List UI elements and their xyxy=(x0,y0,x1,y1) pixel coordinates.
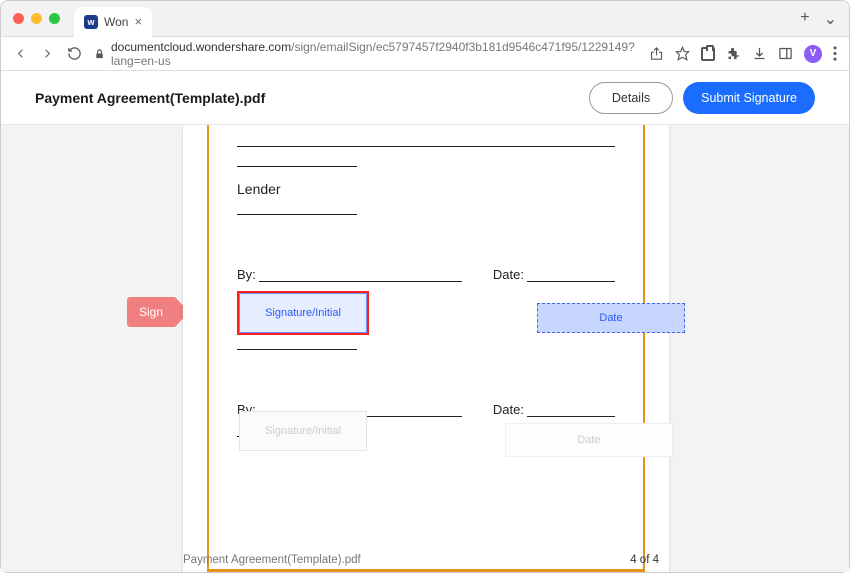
submit-signature-button[interactable]: Submit Signature xyxy=(683,82,815,114)
date-line xyxy=(527,403,615,417)
footer-filename: Payment Agreement(Template).pdf xyxy=(183,554,361,566)
signature-field-disabled: Signature/Initial xyxy=(239,411,367,451)
signature-field-active[interactable]: Signature/Initial xyxy=(239,293,367,333)
document-canvas[interactable]: Sign Lender By: Date: Witness xyxy=(1,125,849,572)
profile-avatar[interactable]: V xyxy=(804,45,822,63)
url-host: documentcloud.wondershare.com xyxy=(111,40,291,54)
sign-here-indicator: Sign xyxy=(127,297,189,327)
blank-line xyxy=(237,334,357,350)
share-icon[interactable] xyxy=(649,46,664,61)
tab-close-button[interactable]: × xyxy=(134,14,142,29)
date-label: Date: xyxy=(493,267,524,282)
new-tab-button[interactable]: + xyxy=(800,9,809,29)
tab-favicon: w xyxy=(84,15,98,29)
kebab-menu-icon[interactable] xyxy=(833,46,837,61)
lender-label: Lender xyxy=(237,181,615,197)
bookmark-icon[interactable] xyxy=(675,46,690,61)
extensions-icon[interactable] xyxy=(701,47,715,61)
tab-title: Won xyxy=(104,15,128,29)
download-icon[interactable] xyxy=(752,46,767,61)
panel-icon[interactable] xyxy=(778,46,793,61)
browser-window: w Won × + ⌄ documentcloud.wonder xyxy=(0,0,850,573)
date-field-disabled: Date xyxy=(505,423,673,457)
titlebar: w Won × + ⌄ xyxy=(1,1,849,37)
address-bar: documentcloud.wondershare.com/sign/email… xyxy=(1,37,849,71)
close-window-button[interactable] xyxy=(13,13,24,24)
blank-line xyxy=(237,199,357,215)
by-label: By: xyxy=(237,267,256,282)
document-title: Payment Agreement(Template).pdf xyxy=(35,90,265,106)
window-controls xyxy=(13,13,60,24)
date-line xyxy=(527,268,615,282)
minimize-window-button[interactable] xyxy=(31,13,42,24)
maximize-window-button[interactable] xyxy=(49,13,60,24)
reload-button[interactable] xyxy=(67,46,82,61)
date-label: Date: xyxy=(493,402,524,417)
browser-tab[interactable]: w Won × xyxy=(74,7,152,37)
blank-line xyxy=(237,151,357,167)
lock-icon xyxy=(94,48,105,60)
app-header: Payment Agreement(Template).pdf Details … xyxy=(1,71,849,125)
extensions-menu-icon[interactable] xyxy=(726,46,741,61)
document-footer: +1(555)34-34322 contact@larsen.co xyxy=(209,569,643,572)
signature-line xyxy=(259,268,462,282)
tab-overflow-button[interactable]: ⌄ xyxy=(824,9,837,29)
blank-line xyxy=(237,131,615,147)
page-indicator: 4 of 4 xyxy=(630,554,659,566)
forward-button[interactable] xyxy=(40,46,55,61)
url-field[interactable]: documentcloud.wondershare.com/sign/email… xyxy=(94,40,637,68)
date-field-active[interactable]: Date xyxy=(537,303,685,333)
details-button[interactable]: Details xyxy=(589,82,673,114)
document-page: Lender By: Date: Witness By: Date: xyxy=(183,125,669,572)
back-button[interactable] xyxy=(13,46,28,61)
